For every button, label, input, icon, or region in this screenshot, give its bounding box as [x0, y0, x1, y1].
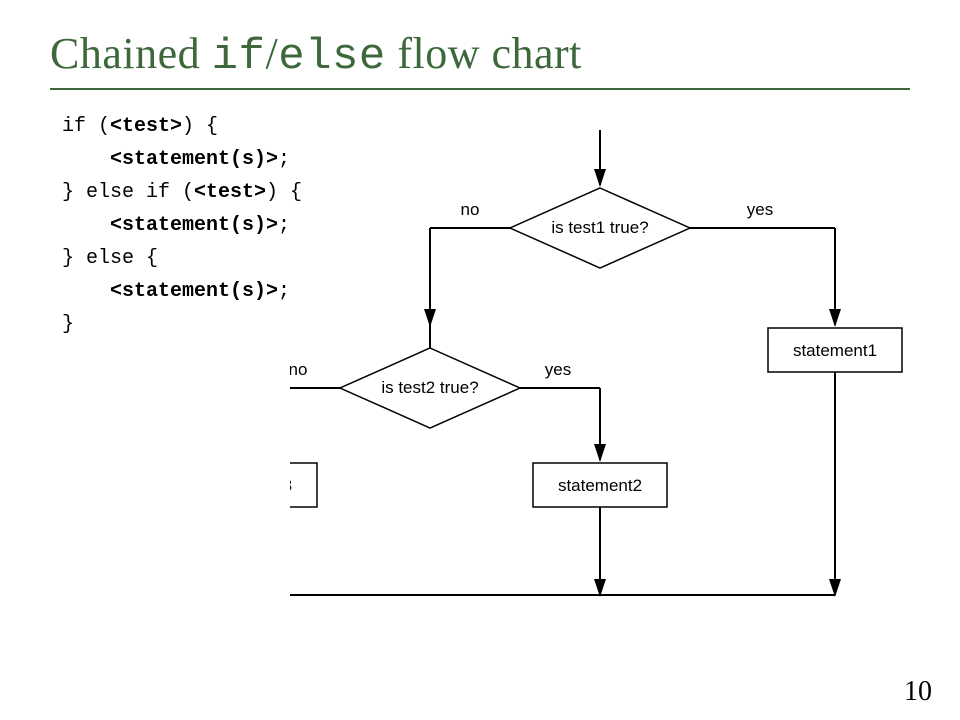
code-l6c: ; [278, 280, 290, 303]
slide: Chained if/else flow chart if (<test>) {… [0, 0, 960, 720]
flowchart: is test1 true? yes statement1 no is test… [290, 130, 930, 670]
code-l4c: ; [278, 214, 290, 237]
code-l2b: <statement(s)> [110, 148, 278, 171]
box-statement2-label: statement2 [558, 476, 642, 495]
decision-test1-label: is test1 true? [551, 218, 648, 237]
label-no-1: no [461, 200, 480, 219]
title-underline [50, 88, 910, 90]
code-l2a [62, 148, 110, 171]
title-mono-if: if [212, 32, 266, 82]
flowchart-svg: is test1 true? yes statement1 no is test… [290, 130, 930, 670]
box-statement1-label: statement1 [793, 341, 877, 360]
code-l4b: <statement(s)> [110, 214, 278, 237]
code-l1a: if ( [62, 115, 110, 138]
label-yes-2: yes [545, 360, 571, 379]
title-mono-else: else [278, 32, 386, 82]
code-l3a: } else if ( [62, 181, 194, 204]
box-statement3 [290, 463, 317, 507]
decision-test2-label: is test2 true? [381, 378, 478, 397]
title-sep: / [265, 29, 278, 78]
label-yes-1: yes [747, 200, 773, 219]
code-l1c: ) { [182, 115, 218, 138]
label-no-2: no [290, 360, 307, 379]
slide-title: Chained if/else flow chart [50, 28, 930, 82]
code-l2c: ; [278, 148, 290, 171]
code-l7a: } [62, 313, 74, 336]
page-number: 10 [904, 676, 932, 708]
code-l4a [62, 214, 110, 237]
code-l3b: <test> [194, 181, 266, 204]
title-text-pre: Chained [50, 29, 212, 78]
code-l6b: <statement(s)> [110, 280, 278, 303]
title-text-post: flow chart [386, 29, 582, 78]
code-l5a: } else { [62, 247, 158, 270]
code-l1b: <test> [110, 115, 182, 138]
box-statement3-label: statement3 [290, 476, 292, 495]
code-l6a [62, 280, 110, 303]
